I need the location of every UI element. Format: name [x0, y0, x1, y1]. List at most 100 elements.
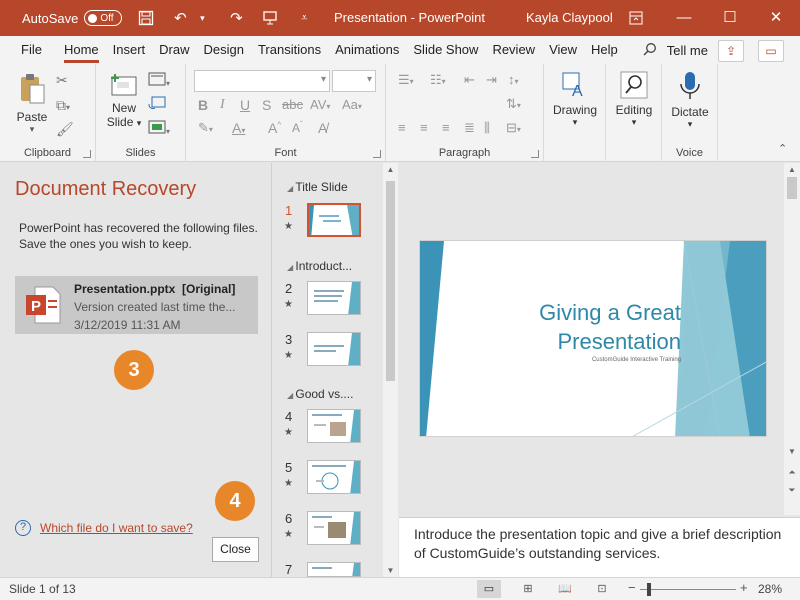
scroll-up-icon[interactable]: ▲ — [784, 165, 800, 174]
font-launcher-icon[interactable] — [373, 150, 381, 158]
speaker-notes-text[interactable]: Introduce the presentation topic and giv… — [414, 525, 784, 563]
scroll-up-icon[interactable]: ▲ — [383, 165, 398, 174]
zoom-slider-thumb[interactable] — [647, 583, 651, 596]
slide-subtitle[interactable]: CustomGuide Interactive Training — [592, 357, 681, 363]
tab-insert[interactable]: Insert — [106, 36, 153, 64]
undo-icon[interactable]: ↶ — [170, 8, 190, 28]
minimize-icon[interactable]: — — [674, 8, 694, 28]
slide-thumbnail-3[interactable] — [307, 332, 361, 366]
cut-icon[interactable]: ✂ — [56, 72, 68, 89]
bold-icon[interactable]: B — [198, 97, 208, 113]
tab-home[interactable]: Home — [57, 36, 106, 64]
normal-view-icon[interactable]: ▭ — [477, 580, 501, 598]
slide-thumbnail-1[interactable] — [307, 203, 361, 237]
bullets-icon[interactable]: ☰▾ — [398, 72, 414, 88]
change-case-icon[interactable]: Aa▾ — [342, 97, 362, 112]
slide-sorter-icon[interactable]: ⊞ — [518, 580, 538, 598]
increase-indent-icon[interactable]: ⇥ — [486, 72, 497, 88]
increase-font-icon[interactable]: A^ — [268, 120, 281, 136]
which-file-help-link[interactable]: Which file do I want to save? — [40, 521, 193, 535]
section-icon[interactable]: ▾ — [148, 120, 170, 137]
font-name-dropdown[interactable] — [194, 70, 330, 92]
slide-show-icon[interactable]: ⊡ — [592, 580, 612, 598]
comments-icon[interactable]: ▭ — [758, 40, 784, 62]
tab-design[interactable]: Design — [197, 36, 251, 64]
text-direction-icon[interactable]: ⇅▾ — [506, 96, 521, 112]
thumbnails-scrollbar[interactable]: ▲ ▼ — [383, 163, 398, 577]
slide-thumbnail-4[interactable] — [307, 409, 361, 443]
highlight-icon[interactable]: ✎▾ — [198, 120, 213, 136]
drawing-button[interactable]: A Drawing ▾ — [546, 70, 604, 128]
close-window-icon[interactable]: ✕ — [766, 8, 786, 28]
strikethrough-icon[interactable]: abc — [282, 97, 303, 112]
underline-icon[interactable]: U — [240, 97, 250, 113]
undo-dropdown-icon[interactable]: ▾ — [192, 8, 212, 28]
slide-thumbnail-6[interactable] — [307, 511, 361, 545]
tab-file[interactable]: File — [14, 36, 49, 64]
scroll-thumb[interactable] — [787, 177, 797, 199]
font-color-icon[interactable]: A▾ — [232, 120, 245, 136]
tab-animations[interactable]: Animations — [328, 36, 406, 64]
zoom-in-icon[interactable]: + — [740, 580, 748, 595]
center-icon[interactable]: ≡ — [420, 120, 428, 135]
dictate-button[interactable]: Dictate ▾ — [662, 70, 718, 130]
line-spacing-icon[interactable]: ↕▾ — [508, 72, 519, 87]
slide-thumbnail-7[interactable] — [307, 562, 361, 577]
tab-help[interactable]: Help — [584, 36, 625, 64]
columns-icon[interactable]: ⫼ — [484, 120, 490, 136]
format-painter-icon[interactable]: 🖌 — [56, 121, 74, 138]
close-recovery-button[interactable]: Close — [212, 537, 259, 562]
new-slide-button[interactable]: New Slide ▾ — [102, 72, 146, 129]
collapse-ribbon-icon[interactable]: ⌃ — [778, 142, 787, 155]
font-size-dropdown[interactable] — [332, 70, 376, 92]
section-introduction[interactable]: Introduct... — [287, 259, 352, 273]
align-text-icon[interactable]: ⊟▾ — [506, 120, 521, 136]
slide-thumbnail-5[interactable] — [307, 460, 361, 494]
customize-toolbar-icon[interactable]: ⩡ — [294, 8, 314, 28]
paragraph-launcher-icon[interactable] — [531, 150, 539, 158]
tab-review[interactable]: Review — [485, 36, 542, 64]
justify-icon[interactable]: ≣ — [464, 120, 475, 136]
reset-slide-icon[interactable] — [148, 96, 166, 113]
scroll-down-icon[interactable]: ▼ — [383, 566, 398, 575]
layout-icon[interactable]: ▾ — [148, 72, 170, 89]
tell-me-box[interactable]: Tell me — [643, 42, 708, 59]
zoom-slider-track[interactable] — [640, 589, 736, 590]
decrease-font-icon[interactable]: Aˇ — [292, 120, 303, 135]
tab-view[interactable]: View — [542, 36, 584, 64]
current-slide[interactable]: Giving a Great Presentation CustomGuide … — [419, 240, 767, 437]
autosave-toggle[interactable]: Off — [84, 10, 123, 26]
scroll-thumb[interactable] — [386, 181, 395, 381]
user-name[interactable]: Kayla Claypool — [526, 10, 613, 25]
section-title-slide[interactable]: Title Slide — [287, 180, 347, 194]
editing-button[interactable]: Editing ▾ — [606, 70, 662, 128]
tab-transitions[interactable]: Transitions — [251, 36, 328, 64]
italic-icon[interactable]: I — [220, 97, 225, 113]
share-icon[interactable]: ⇪ — [718, 40, 744, 62]
redo-icon[interactable]: ↷ — [226, 8, 246, 28]
tab-slide-show[interactable]: Slide Show — [406, 36, 485, 64]
copy-icon[interactable]: ⧉▾ — [56, 97, 70, 114]
shadow-icon[interactable]: S — [262, 97, 271, 113]
align-left-icon[interactable]: ≡ — [398, 120, 406, 135]
scroll-down-icon[interactable]: ▼ — [784, 447, 800, 456]
tab-draw[interactable]: Draw — [152, 36, 196, 64]
clipboard-launcher-icon[interactable] — [83, 150, 91, 158]
notes-pane[interactable]: Introduce the presentation topic and giv… — [399, 517, 800, 577]
ribbon-display-options-icon[interactable] — [626, 8, 646, 28]
zoom-out-icon[interactable]: − — [628, 580, 636, 595]
help-question-icon[interactable]: ? — [15, 520, 31, 536]
slide-thumbnail-2[interactable] — [307, 281, 361, 315]
previous-slide-icon[interactable]: ⏶ — [784, 467, 800, 478]
decrease-indent-icon[interactable]: ⇤ — [464, 72, 475, 88]
paste-button[interactable]: Paste ▾ — [12, 72, 52, 135]
numbering-icon[interactable]: ☷▾ — [430, 72, 446, 88]
clear-formatting-icon[interactable]: A̸ — [318, 120, 327, 136]
present-from-start-icon[interactable] — [260, 8, 280, 28]
slide-title[interactable]: Giving a Great Presentation — [539, 298, 681, 356]
recovered-file-item[interactable]: P Presentation.pptx [Original] Version c… — [15, 276, 258, 334]
editor-scrollbar[interactable]: ▲ ▼ ⏶ ⏷ — [784, 163, 800, 515]
character-spacing-icon[interactable]: AV▾ — [310, 97, 330, 112]
zoom-level[interactable]: 28% — [758, 582, 782, 596]
align-right-icon[interactable]: ≡ — [442, 120, 450, 135]
